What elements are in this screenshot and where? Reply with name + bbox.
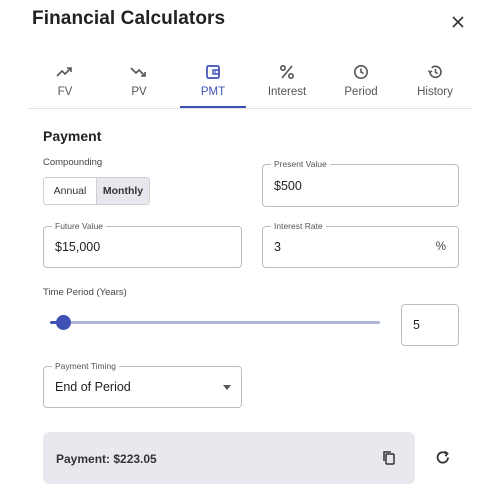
dialog-title: Financial Calculators — [32, 8, 226, 29]
tab-period[interactable]: Period — [324, 62, 398, 108]
payment-result: Payment: $223.05 — [56, 452, 157, 466]
percent-icon — [279, 62, 295, 82]
tab-fv[interactable]: FV — [28, 62, 102, 108]
tab-pmt[interactable]: PMT — [176, 62, 250, 108]
future-value-input[interactable]: $15,000 — [55, 240, 100, 254]
compounding-label: Compounding — [43, 157, 103, 168]
time-period-label: Time Period (Years) — [43, 287, 127, 298]
tab-label: PMT — [200, 86, 226, 98]
tab-history[interactable]: History — [398, 62, 472, 108]
tab-label: Period — [344, 86, 378, 98]
time-period-slider-thumb[interactable] — [56, 315, 72, 330]
future-value-label: Future Value — [52, 221, 107, 232]
compounding-annual-option[interactable]: Annual — [44, 178, 96, 204]
interest-rate-input[interactable]: 3 — [274, 240, 281, 254]
payment-timing-label: Payment Timing — [52, 361, 119, 372]
compounding-monthly-option[interactable]: Monthly — [96, 178, 149, 204]
payment-timing-value: End of Period — [55, 380, 131, 394]
calculator-tabs: FV PV PMT Interest Period History — [28, 62, 472, 109]
tab-label: PV — [131, 86, 147, 98]
compounding-toggle: Annual Monthly — [43, 177, 150, 205]
present-value-label: Present Value — [271, 159, 330, 170]
interest-rate-label: Interest Rate — [271, 221, 326, 232]
close-icon[interactable] — [448, 12, 468, 32]
future-value-field[interactable]: Future Value $15,000 — [43, 221, 242, 268]
refresh-icon[interactable] — [434, 449, 452, 467]
section-title: Payment — [43, 128, 102, 144]
interest-rate-field[interactable]: Interest Rate 3 % — [262, 221, 459, 268]
wallet-icon — [205, 62, 221, 82]
tab-label: FV — [57, 86, 73, 98]
trending-up-icon — [56, 62, 74, 82]
result-panel: Payment: $223.05 — [43, 432, 415, 484]
present-value-field[interactable]: Present Value $500 — [262, 159, 459, 207]
tab-label: Interest — [267, 86, 307, 98]
chevron-down-icon — [223, 385, 231, 390]
trending-down-icon — [130, 62, 148, 82]
history-icon — [427, 62, 443, 82]
time-period-input[interactable]: 5 — [413, 318, 420, 332]
time-period-slider-track[interactable] — [52, 321, 380, 324]
present-value-input[interactable]: $500 — [274, 179, 302, 193]
clock-icon — [353, 62, 369, 82]
tab-pv[interactable]: PV — [102, 62, 176, 108]
payment-timing-select[interactable]: Payment Timing End of Period — [43, 361, 242, 408]
copy-icon[interactable] — [381, 450, 397, 466]
percent-suffix: % — [435, 241, 446, 253]
tab-label: History — [417, 86, 453, 98]
tab-interest[interactable]: Interest — [250, 62, 324, 108]
time-period-field[interactable]: 5 — [401, 304, 459, 346]
